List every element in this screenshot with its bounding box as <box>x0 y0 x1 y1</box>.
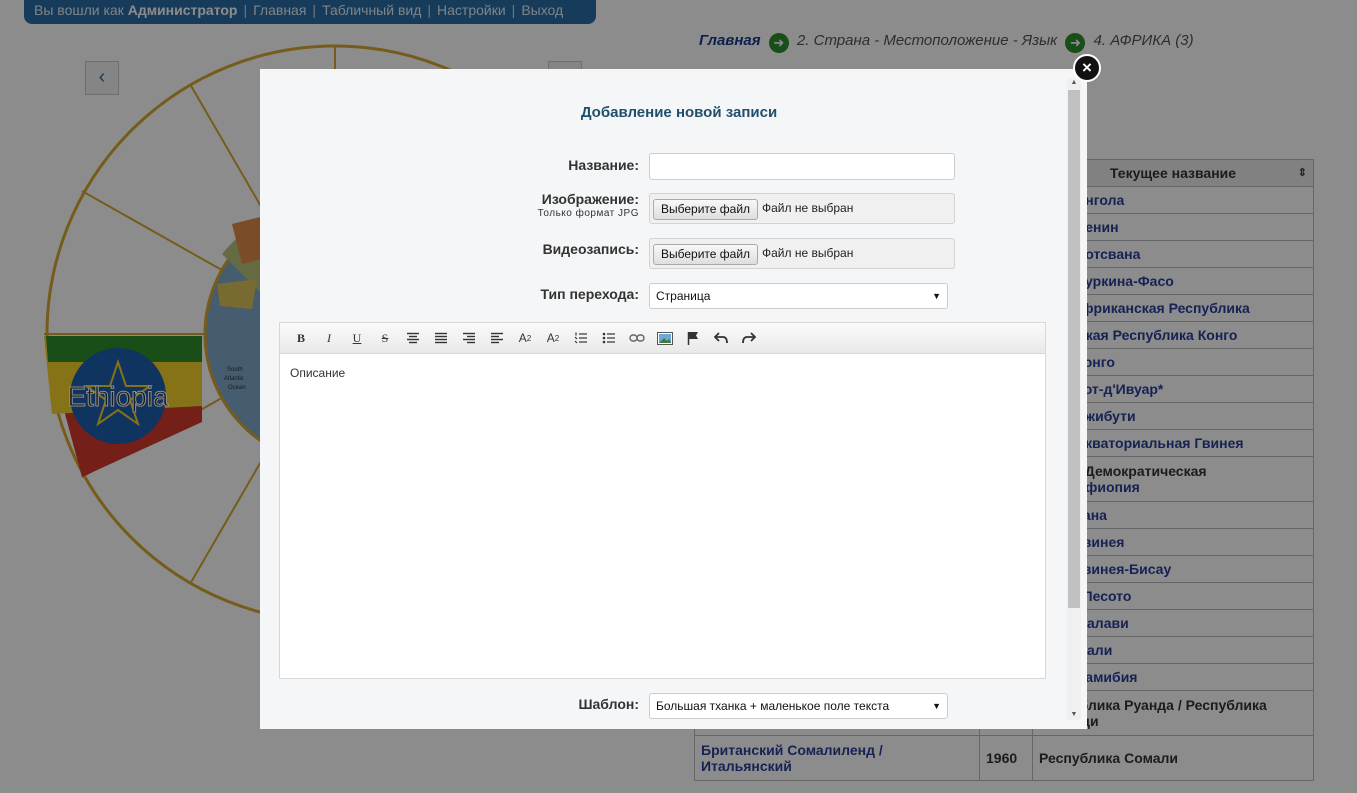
transition-type-label: Тип перехода: <box>540 286 639 302</box>
template-select[interactable]: Большая тханка + маленькое поле текста ▼ <box>649 693 948 719</box>
dropdown-arrow-icon: ▼ <box>932 701 941 711</box>
transition-type-value: Страница <box>656 289 711 303</box>
align-right-icon[interactable] <box>455 326 483 350</box>
video-file-input[interactable]: Выберите файл Файл не выбран <box>649 238 955 269</box>
image-file-input[interactable]: Выберите файл Файл не выбран <box>649 193 955 224</box>
image-format-hint: Только формат JPG <box>537 208 639 219</box>
scroll-thumb[interactable] <box>1068 90 1080 608</box>
dropdown-arrow-icon: ▼ <box>932 291 941 301</box>
align-justify-icon[interactable] <box>427 326 455 350</box>
name-label: Название: <box>568 157 639 173</box>
image-label: Изображение: <box>541 191 639 207</box>
underline-icon[interactable]: U <box>343 326 371 350</box>
bold-icon[interactable]: B <box>287 326 315 350</box>
template-value: Большая тханка + маленькое поле текста <box>656 699 890 713</box>
align-center-icon[interactable] <box>399 326 427 350</box>
close-icon: × <box>1082 58 1092 77</box>
image-icon[interactable] <box>651 326 679 350</box>
video-file-status: Файл не выбран <box>762 246 854 260</box>
close-modal-button[interactable]: × <box>1073 54 1101 82</box>
video-label: Видеозапись: <box>542 241 639 257</box>
strikethrough-icon[interactable]: S <box>371 326 399 350</box>
align-left-icon[interactable] <box>483 326 511 350</box>
ordered-list-icon[interactable] <box>567 326 595 350</box>
link-icon[interactable] <box>623 326 651 350</box>
undo-icon[interactable] <box>707 326 735 350</box>
video-choose-file-button[interactable]: Выберите файл <box>653 244 759 265</box>
redo-icon[interactable] <box>735 326 763 350</box>
scroll-down-icon[interactable]: ▼ <box>1067 710 1081 720</box>
name-input[interactable] <box>649 153 955 180</box>
editor-toolbar: B I U S A2 A2 <box>280 323 1045 354</box>
superscript-icon[interactable]: A2 <box>539 326 567 350</box>
description-editor: B I U S A2 A2 Описание <box>279 322 1046 679</box>
image-choose-file-button[interactable]: Выберите файл <box>653 199 759 220</box>
transition-type-select[interactable]: Страница ▼ <box>649 283 948 309</box>
modal-scrollbar[interactable]: ▲ ▼ <box>1067 78 1081 720</box>
italic-icon[interactable]: I <box>315 326 343 350</box>
add-record-modal: Добавление новой записи Название: Изобра… <box>260 69 1087 729</box>
unordered-list-icon[interactable] <box>595 326 623 350</box>
modal-title: Добавление новой записи <box>580 104 778 121</box>
image-file-status: Файл не выбран <box>762 201 854 215</box>
subscript-icon[interactable]: A2 <box>511 326 539 350</box>
template-label: Шаблон: <box>578 696 639 712</box>
flag-icon[interactable] <box>679 326 707 350</box>
editor-content-area[interactable]: Описание <box>280 354 1045 392</box>
